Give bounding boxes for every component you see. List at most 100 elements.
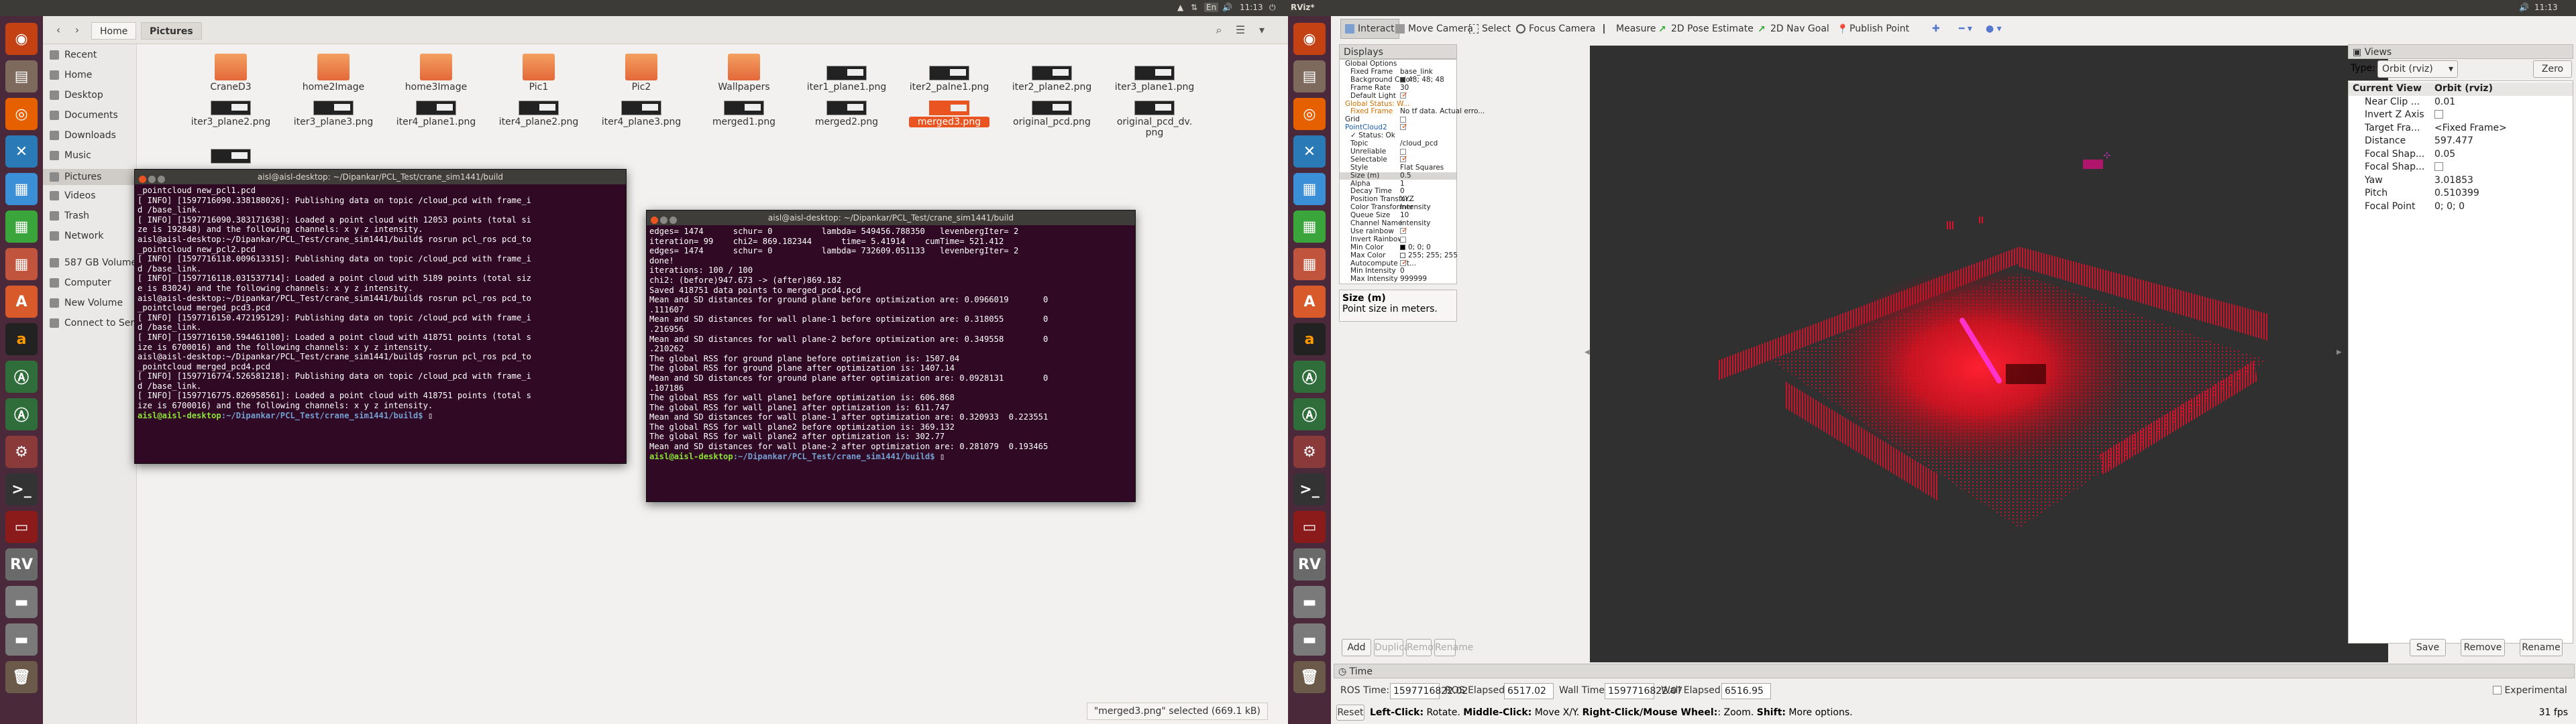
files-icon[interactable]: ▤ [1293, 60, 1326, 93]
view-property-value[interactable]: 3.01853 [2434, 174, 2473, 188]
terminal-icon[interactable]: >_ [1293, 473, 1326, 505]
display-property-row[interactable]: Style Flat Squares [1340, 164, 1456, 172]
time-panel-header[interactable]: ◷ Time [1334, 664, 2575, 678]
tool-interact[interactable]: Interact [1340, 19, 1399, 39]
file-item[interactable]: iter3_plane2.png [191, 101, 271, 127]
files-icon[interactable]: ▤ [5, 60, 38, 93]
reset-button[interactable]: Reset [1336, 705, 1364, 721]
calc-icon[interactable]: ▦ [1293, 210, 1326, 243]
tool-2d-nav-goal[interactable]: ↗ 2D Nav Goal [1758, 19, 1829, 39]
sidebar-item-videos[interactable]: Videos [50, 190, 96, 201]
dash-icon[interactable]: ◉ [5, 23, 38, 55]
file-item[interactable]: iter4_plane3.png [601, 101, 682, 127]
terminal-titlebar[interactable]: aisl@aisl-desktop: ~/Dipankar/PCL_Test/c… [647, 210, 1135, 225]
view-property-value[interactable]: 597.477 [2434, 135, 2473, 148]
software-center-icon[interactable]: A [1293, 286, 1326, 318]
add-tool-button[interactable]: ✚ [1932, 19, 1940, 39]
view-property-value[interactable]: 0; 0; 0 [2434, 200, 2465, 214]
views-panel-header[interactable]: ▣ Views [2348, 44, 2573, 59]
vscode-icon[interactable]: ✕ [1293, 135, 1326, 168]
display-property-row[interactable]: Background Color 48; 48; 48 [1340, 76, 1456, 84]
property-value[interactable]: No tf data. Actual erro... [1400, 107, 1485, 116]
menu-icon[interactable]: ▾ [1253, 22, 1271, 38]
display-property-row[interactable]: Max Intensity 999999 [1340, 275, 1456, 284]
breadcrumb-home[interactable]: Home [91, 22, 137, 40]
impress-icon[interactable]: ▦ [1293, 248, 1326, 280]
rename-view-button[interactable]: Rename [2520, 639, 2563, 656]
breadcrumb-pictures[interactable]: Pictures [141, 22, 202, 40]
experimental-toggle[interactable]: Experimental [2493, 685, 2567, 696]
display-property-row[interactable]: Invert Rainbow [1340, 235, 1456, 244]
view-property-value[interactable]: 0.01 [2434, 96, 2455, 109]
save-view-button[interactable]: Save [2410, 639, 2446, 656]
minimize-icon[interactable] [148, 176, 156, 183]
display-property-row[interactable]: Use rainbow [1340, 227, 1456, 236]
sidebar-item-network[interactable]: Network [50, 231, 103, 241]
displays-panel-header[interactable]: Displays [1339, 44, 1457, 59]
ros-elapsed-field[interactable]: 6517.02 [1504, 683, 1554, 699]
sidebar-item-volume[interactable]: 587 GB Volume [50, 257, 137, 268]
app-a-icon[interactable]: Ⓐ [5, 361, 38, 393]
sidebar-item-new-volume[interactable]: New Volume [50, 298, 123, 308]
view-property-value[interactable]: 0.510399 [2434, 187, 2479, 200]
file-item[interactable]: home3Image [396, 54, 476, 93]
sidebar-item-trash[interactable]: Trash [50, 210, 89, 221]
checkbox[interactable] [1400, 124, 1406, 131]
view-property-value[interactable] [2434, 161, 2443, 174]
view-property-row[interactable]: Target Fra... <Fixed Frame> [2349, 122, 2573, 135]
file-item[interactable]: iter4_plane1.png [396, 101, 476, 127]
display-property-row[interactable]: Size (m) 0.5 [1340, 172, 1456, 180]
file-item[interactable]: original_pcd_dv. png [1114, 101, 1195, 138]
sidebar-item-music[interactable]: Music [50, 150, 91, 161]
checkbox[interactable] [2434, 162, 2443, 171]
rename-display-button[interactable]: Rename [1434, 639, 1473, 656]
terminal-output[interactable]: _pointcloud new_pcl1.pcd[ INFO] [1597716… [135, 184, 626, 422]
rviz-icon[interactable]: RV [5, 548, 38, 581]
remove-display-button[interactable]: Remove [1406, 639, 1445, 656]
checkbox[interactable] [1400, 156, 1406, 162]
file-item[interactable]: CraneD3 [191, 54, 271, 93]
sidebar-item-desktop[interactable]: Desktop [50, 90, 103, 101]
firefox-icon[interactable]: ◎ [5, 98, 38, 130]
trash-icon[interactable]: 🗑 [1293, 661, 1326, 693]
sidebar-item-pictures[interactable]: Pictures [43, 169, 136, 185]
add-display-button[interactable]: Add [1342, 639, 1371, 656]
clock[interactable]: 11:13 [1240, 3, 1263, 12]
file-item[interactable]: Pic1 [498, 54, 579, 93]
settings-icon[interactable]: ⚙ [5, 436, 38, 468]
file-item-selected[interactable]: merged3.png [909, 101, 989, 127]
keyboard-layout-icon[interactable]: En [1204, 3, 1219, 12]
rviz-icon[interactable]: RV [1293, 548, 1326, 581]
ros-time-field[interactable]: 1597716822.02 [1390, 683, 1468, 699]
checkbox[interactable] [1400, 259, 1406, 266]
file-item[interactable]: original_pcd.png [1012, 101, 1092, 127]
app-a2-icon[interactable]: Ⓐ [1293, 398, 1326, 430]
file-item[interactable]: iter3_plane1.png [1114, 66, 1195, 93]
experimental-checkbox[interactable] [2493, 686, 2502, 695]
software-center-icon[interactable]: A [5, 286, 38, 318]
network-up-icon[interactable]: ▲ [1177, 3, 1183, 12]
clock[interactable]: 11:13 [2534, 3, 2558, 12]
file-item[interactable]: Pic2 [601, 54, 682, 93]
property-value[interactable]: 999999 [1400, 275, 1427, 284]
view-property-row[interactable]: Invert Z Axis [2349, 109, 2573, 122]
file-item[interactable]: iter4_plane2.png [498, 101, 579, 127]
checkbox[interactable] [1400, 227, 1406, 234]
sidebar-item-downloads[interactable]: Downloads [50, 130, 116, 141]
writer-icon[interactable]: ▦ [1293, 173, 1326, 205]
tool-measure[interactable]: Measure [1603, 19, 1656, 39]
terminal-icon[interactable]: >_ [5, 473, 38, 505]
firefox-icon[interactable]: ◎ [1293, 98, 1326, 130]
view-property-row[interactable]: Focal Point 0; 0; 0 [2349, 200, 2573, 214]
file-item[interactable]: iter1_plane1.png [806, 66, 887, 93]
views-tree[interactable]: Current View Orbit (rviz) Near Clip ... 0.0… [2348, 80, 2573, 644]
tool-move-camera[interactable]: Move Camera [1395, 19, 1473, 39]
collapse-left-icon[interactable]: ◀ [1585, 349, 1590, 356]
checkbox[interactable] [1400, 236, 1406, 243]
remove-tool-button[interactable]: ━ ▾ [1959, 19, 1972, 39]
terminal-prompt[interactable]: aisl@aisl-desktop:~/Dipankar/PCL_Test/cr… [649, 452, 1132, 462]
amazon-icon[interactable]: a [5, 323, 38, 355]
dash-icon[interactable]: ◉ [1293, 23, 1326, 55]
zero-button[interactable]: Zero [2533, 60, 2572, 78]
amazon-icon[interactable]: a [1293, 323, 1326, 355]
